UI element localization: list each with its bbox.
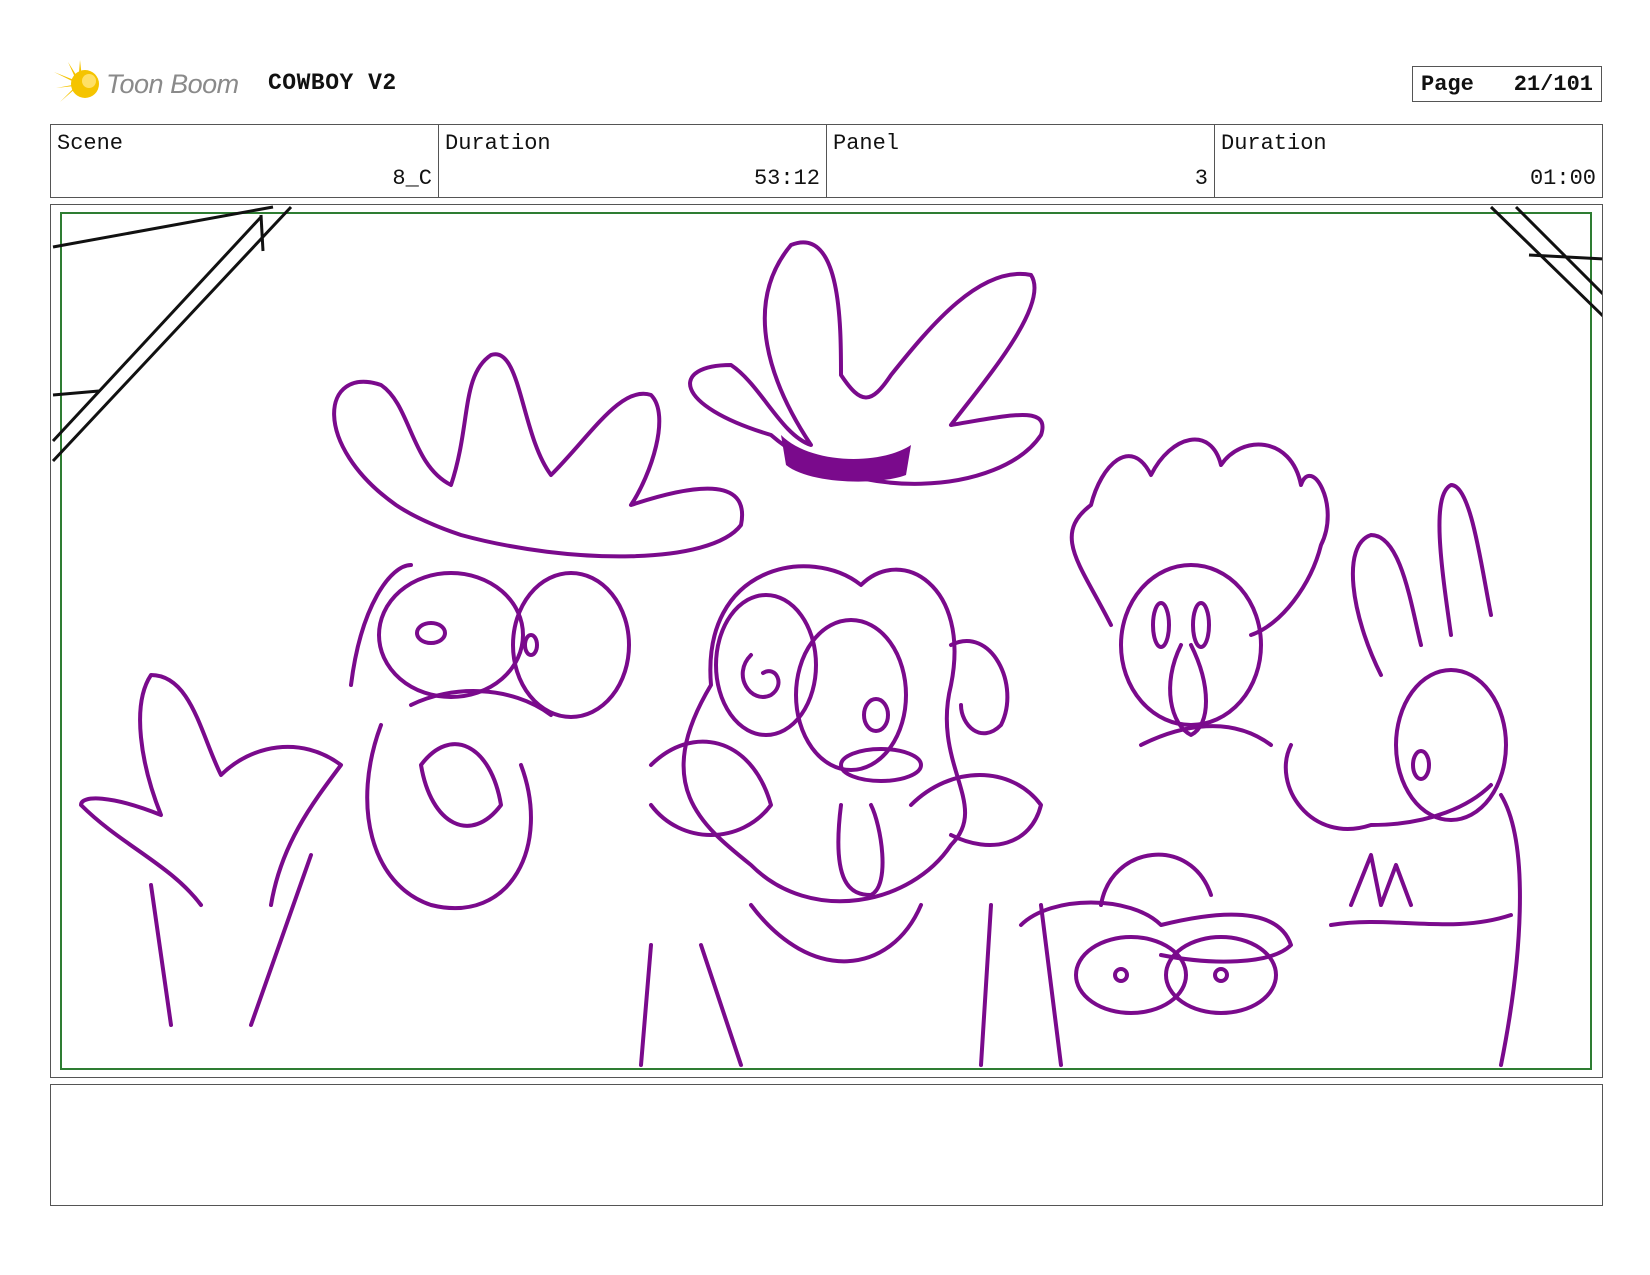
- page-indicator: Page 21/101: [1412, 66, 1602, 102]
- panel-duration-cell: Duration 01:00: [1215, 125, 1602, 197]
- page-number: 21/101: [1513, 71, 1593, 97]
- safe-frame: [60, 212, 1592, 1070]
- panel-value: 3: [1194, 166, 1208, 191]
- scene-label: Scene: [57, 131, 124, 156]
- storyboard-sketch-image: [51, 205, 1602, 1070]
- scene-value: 8_C: [392, 166, 432, 191]
- page-label: Page: [1421, 71, 1474, 97]
- toon-boom-logo: Toon Boom: [52, 58, 239, 110]
- panel-cell: Panel 3: [827, 125, 1215, 197]
- storyboard-panel[interactable]: [50, 204, 1603, 1078]
- project-title: COWBOY V2: [268, 70, 397, 96]
- scene-duration-value: 53:12: [753, 166, 820, 191]
- scene-cell: Scene 8_C: [51, 125, 439, 197]
- panel-notes[interactable]: [50, 1084, 1603, 1206]
- panel-duration-value: 01:00: [1529, 166, 1596, 191]
- character-sketch: [79, 240, 1522, 1067]
- starburst-logo-icon: [54, 60, 99, 102]
- camera-guides: [51, 205, 1602, 463]
- scene-duration-cell: Duration 53:12: [439, 125, 827, 197]
- scene-duration-label: Duration: [445, 131, 551, 156]
- panel-label: Panel: [833, 131, 900, 156]
- logo-text: Toon Boom: [106, 68, 239, 99]
- scene-info-table: Scene 8_C Duration 53:12 Panel 3 Duratio…: [50, 124, 1603, 198]
- panel-duration-label: Duration: [1221, 131, 1327, 156]
